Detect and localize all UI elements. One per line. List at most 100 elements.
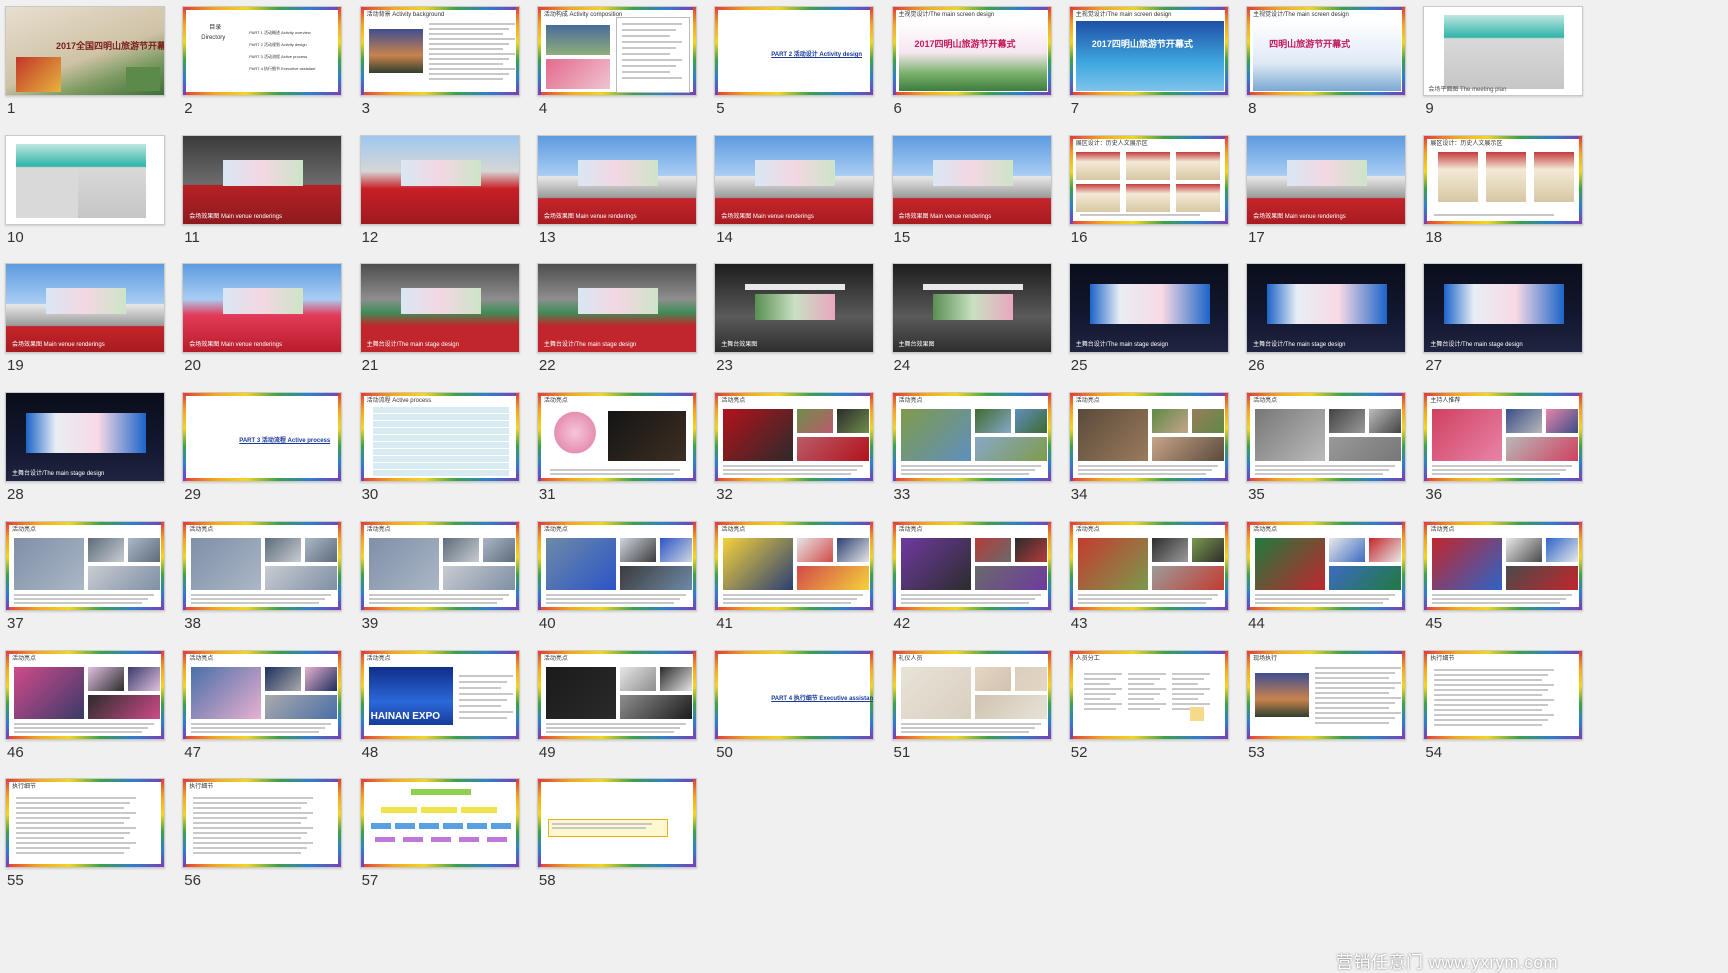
text-line — [428, 38, 515, 40]
slide-thumbnail[interactable]: PART 2 活动设计 Activity design — [714, 6, 875, 96]
slide-thumbnail[interactable]: 活动亮点 — [714, 392, 875, 483]
slide-thumbnail[interactable]: 活动亮点 — [536, 649, 697, 740]
stage-screen — [1444, 284, 1565, 325]
slide-number: 11 — [184, 228, 200, 246]
slide-frame-border — [183, 92, 342, 95]
slide-cell: 活动亮点 43 — [1065, 515, 1245, 655]
slide-thumbnail[interactable]: 会场效果图 Main venue renderings — [714, 134, 875, 225]
slide-thumbnail[interactable]: 人员分工 — [1068, 649, 1229, 740]
slide-thumbnail[interactable]: 活动背景 Activity background — [359, 6, 520, 96]
slide-thumbnail[interactable]: 活动构成 Activity composition — [536, 6, 697, 96]
slide-thumbnail[interactable]: 活动亮点 — [1068, 520, 1229, 611]
photo — [191, 537, 262, 590]
slide-title: 活动亮点 — [543, 526, 568, 533]
slide-number: 38 — [184, 614, 201, 632]
slide-thumbnail[interactable]: 执行细节 — [1423, 649, 1584, 740]
slide-thumbnail[interactable]: 主舞台效果图 — [714, 263, 875, 354]
slide-thumbnail[interactable]: PART 3 活动流程 Active process — [182, 392, 343, 483]
slide-thumbnail[interactable]: 活动亮点 — [182, 649, 343, 740]
slide-thumbnail[interactable]: 会场效果图 Main venue renderings — [182, 263, 343, 354]
slide-thumbnail[interactable]: 会场效果图 Main venue renderings — [891, 134, 1052, 225]
slide-cell: 会场效果图 Main venue renderings 19 — [1, 257, 181, 397]
slide-frame-border — [1047, 7, 1051, 95]
slide-cell: 主舞台效果图 23 — [710, 257, 890, 397]
text-line — [621, 23, 682, 25]
slide-thumbnail[interactable]: 主视觉设计/The main screen design 2017四明山旅游节开幕… — [891, 6, 1052, 96]
slide-frame-border — [1224, 393, 1228, 482]
stage-roof — [922, 284, 1023, 291]
slide-thumbnail[interactable]: 活动亮点 — [891, 392, 1052, 483]
photo — [128, 666, 160, 691]
slide-frame-border — [537, 521, 541, 610]
text-line — [1315, 671, 1396, 674]
slide-thumbnail[interactable]: 活动亮点 — [182, 520, 343, 611]
slide-thumbnail[interactable]: 展区设计：历史人文展示区 — [1068, 134, 1229, 225]
slide-thumbnail[interactable]: 活动亮点 — [5, 649, 165, 740]
slide-frame-border — [1424, 220, 1583, 224]
slide-thumbnail[interactable]: 活动亮点 — [536, 520, 697, 611]
slide-thumbnail[interactable]: 现场执行 — [1246, 649, 1407, 740]
slide-cell: 活动亮点 49 — [533, 644, 713, 784]
slide-thumbnail[interactable]: 主持人推荐 — [1423, 392, 1584, 483]
slide-thumbnail[interactable]: 活动亮点 — [891, 520, 1052, 611]
slide-thumbnail[interactable]: 主舞台设计/The main stage design — [1423, 263, 1584, 354]
slide-thumbnail[interactable]: 执行细节 — [182, 778, 343, 869]
slide-frame-border — [1247, 7, 1406, 10]
slide-cell: 展区设计：历史人文展示区 18 — [1419, 129, 1599, 269]
slide-thumbnail[interactable] — [536, 778, 697, 869]
slide-thumbnail[interactable]: 主舞台设计/The main stage design — [5, 392, 165, 483]
slide-thumbnail[interactable]: 2017全国四明山旅游节开幕式 — [5, 6, 165, 96]
text-line — [428, 23, 515, 25]
slide-thumbnail[interactable]: 主视觉设计/The main screen design 2017四明山旅游节开幕… — [1068, 6, 1229, 96]
slide-thumbnail[interactable]: 活动亮点 — [1246, 392, 1407, 483]
text-line — [900, 726, 1035, 729]
slide-thumbnail[interactable]: 活动亮点 — [1246, 520, 1407, 611]
text-line — [545, 601, 674, 604]
text-line — [1434, 708, 1543, 711]
slide-thumbnail[interactable]: 活动亮点 — [714, 520, 875, 611]
text-line — [1315, 686, 1396, 689]
slide-frame-border — [360, 779, 364, 868]
slide-thumbnail[interactable]: 礼仪人员 — [891, 649, 1052, 740]
slide-thumbnail[interactable]: 会场效果图 Main venue renderings — [1246, 134, 1407, 225]
slide-thumbnail[interactable]: 主舞台效果图 — [891, 263, 1052, 354]
slide-thumbnail[interactable]: 活动流程 Active process — [359, 392, 520, 483]
text-line — [1434, 673, 1549, 676]
slide-frame-border — [537, 735, 696, 739]
slide-number: 8 — [1248, 100, 1257, 117]
slide-thumbnail[interactable]: 活动亮点 — [5, 520, 165, 611]
slide-number: 21 — [361, 357, 379, 375]
slide-thumbnail[interactable]: 活动亮点 HAINAN EXPO — [359, 649, 520, 740]
slide-number: 2 — [184, 100, 193, 117]
text-line — [1127, 707, 1160, 710]
text-line — [621, 65, 676, 67]
slide-thumbnail[interactable]: 活动亮点 — [359, 520, 520, 611]
slide-thumbnail[interactable]: 活动亮点 — [1423, 520, 1584, 611]
slide-thumbnail[interactable]: 活动亮点 — [1068, 392, 1229, 483]
floor-plan — [1444, 15, 1565, 89]
banner-render — [932, 159, 1013, 186]
slide-thumbnail[interactable] — [5, 134, 165, 225]
section-link: PART 2 活动设计 Activity design — [771, 52, 863, 58]
slide-thumbnail[interactable] — [359, 778, 520, 869]
slide-frame-border — [537, 393, 541, 482]
slide-cell: 主舞台设计/The main stage design 28 — [1, 386, 181, 526]
slide-title: 主舞台效果图 — [898, 342, 935, 349]
slide-thumbnail[interactable]: 主视觉设计/The main screen design 四明山旅游节开幕式 — [1246, 6, 1407, 96]
slide-thumbnail[interactable]: 会场效果图 Main venue renderings — [5, 263, 165, 354]
slide-thumbnail[interactable]: 主舞台设计/The main stage design — [536, 263, 697, 354]
slide-thumbnail[interactable]: 会场效果图 Main venue renderings — [182, 134, 343, 225]
slide-thumbnail[interactable]: 主舞台设计/The main stage design — [1246, 263, 1407, 354]
slide-thumbnail[interactable]: 主舞台设计/The main stage design — [1068, 263, 1229, 354]
stage-screen — [932, 294, 1013, 321]
slide-thumbnail[interactable]: 展区设计：历史人文展示区 — [1423, 134, 1584, 225]
text-line — [428, 78, 503, 80]
slide-thumbnail[interactable]: 主舞台设计/The main stage design — [359, 263, 520, 354]
slide-thumbnail[interactable]: 执行细节 — [5, 778, 165, 869]
slide-thumbnail[interactable]: 目录 Directory PART 1 活动概述 Activity overview… — [182, 6, 343, 96]
slide-thumbnail[interactable]: 会场平面图 The meeting plan — [1423, 6, 1584, 96]
slide-thumbnail[interactable]: 会场效果图 Main venue renderings — [536, 134, 697, 225]
slide-thumbnail[interactable] — [359, 134, 520, 225]
slide-thumbnail[interactable]: 活动亮点 — [536, 392, 697, 483]
slide-thumbnail[interactable]: PART 4 执行细节 Executive assistant — [714, 649, 875, 740]
